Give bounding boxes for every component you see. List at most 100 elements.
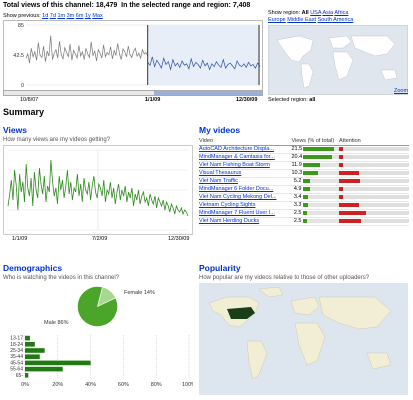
- pie-label-male: Male 86%: [44, 320, 69, 326]
- attention-bar: [339, 186, 409, 191]
- age-bar: [25, 360, 91, 366]
- attention-bar: [339, 178, 409, 183]
- video-title-link[interactable]: Viet Nam Herding Ducks: [199, 218, 259, 224]
- age-xtick-label: 60%: [118, 382, 129, 388]
- views-share-bar: [303, 170, 339, 175]
- table-row: Viet Nam Fishing Boat Storm 11.9: [199, 161, 409, 169]
- views-share-bar: [303, 210, 339, 215]
- selected-region-label: Selected region:: [268, 97, 308, 103]
- timeline-chart[interactable]: 0 42.5 85: [4, 21, 262, 90]
- views-subtitle: How many views are my videos getting?: [3, 137, 111, 143]
- col-views-header[interactable]: Views (% of total): [291, 137, 339, 146]
- scroller-thumb[interactable]: [154, 91, 262, 95]
- my-videos-table-wrap: Video Views (% of total) Attention AutoC…: [199, 137, 409, 226]
- video-title-link[interactable]: Vietnam Cycling Sights: [199, 202, 255, 208]
- video-title-link[interactable]: AutoCAD Architecture Displa...: [199, 146, 274, 152]
- age-bar: [25, 354, 40, 359]
- views-percent: 4.9: [293, 186, 302, 192]
- table-row: Viet Nam Herding Ducks 2.5: [199, 217, 409, 225]
- show-previous: Show previous: 1d 7d 1m 3m 6m 1y Max: [3, 13, 103, 19]
- table-row: AutoCAD Architecture Displa... 21.5: [199, 145, 409, 153]
- views-share-fill: [303, 162, 321, 167]
- popularity-subtitle: How popular are my videos relative to th…: [199, 275, 370, 281]
- attention-fill: [339, 178, 360, 183]
- video-title-link[interactable]: Viet Nam Traffic: [199, 178, 238, 184]
- age-bar: [25, 348, 45, 353]
- range-1y-link[interactable]: 1y: [85, 13, 91, 19]
- age-category-label: 25-34: [10, 348, 23, 354]
- views-percent: 3.3: [293, 202, 302, 208]
- total-views-label: Total views of this channel:: [3, 2, 94, 9]
- header-totals: Total views of this channel: 18,479 In t…: [3, 2, 250, 9]
- region-all-link[interactable]: All: [302, 10, 309, 16]
- col-video-header[interactable]: Video: [199, 137, 292, 146]
- attention-fill: [339, 218, 362, 223]
- region-south-america-link[interactable]: South America: [318, 17, 354, 23]
- attention-fill: [339, 162, 343, 167]
- range-1m-link[interactable]: 1m: [57, 13, 65, 19]
- attention-bar: [339, 210, 409, 215]
- region-europe-link[interactable]: Europe: [268, 17, 286, 23]
- timeline-chart-frame: 0 42.5 85: [3, 20, 263, 91]
- summary-title: Summary: [3, 107, 45, 117]
- attention-fill: [339, 202, 359, 207]
- attention-fill: [339, 146, 343, 151]
- video-title-link[interactable]: Visual Thesaurus: [199, 170, 241, 176]
- attention-fill: [339, 170, 359, 175]
- age-category-label: 18-24: [10, 342, 23, 348]
- range-1d-link[interactable]: 1d: [42, 13, 48, 19]
- views-share-fill: [303, 194, 308, 199]
- attention-bar: [339, 202, 409, 207]
- views-share-bar: [303, 178, 339, 183]
- age-xtick-label: 40%: [85, 382, 96, 388]
- timeline-selection: [147, 25, 260, 85]
- range-views-value: 7,408: [232, 2, 251, 9]
- col-attention-header[interactable]: Attention: [339, 137, 409, 146]
- region-asia-link[interactable]: Asia: [322, 10, 333, 16]
- region-map[interactable]: [268, 25, 408, 95]
- views-percent: 10.3: [291, 170, 303, 176]
- timeline-ytick-label: 42.5: [13, 53, 24, 59]
- attention-fill: [339, 186, 343, 191]
- views-share-fill: [303, 186, 311, 191]
- range-3m-link[interactable]: 3m: [67, 13, 75, 19]
- region-usa-link[interactable]: USA: [310, 10, 321, 16]
- age-bar: [25, 366, 63, 372]
- map-zoom-link[interactable]: Zoom: [394, 88, 408, 94]
- age-xtick-label: 20%: [52, 382, 63, 388]
- video-title-link[interactable]: MindManager & Camtasia for...: [199, 154, 275, 160]
- age-category-label: 55-64: [10, 367, 23, 373]
- range-7d-link[interactable]: 7d: [50, 13, 56, 19]
- age-category-label: 35-44: [10, 354, 23, 360]
- table-row: MindManager 6 Folder Docu... 4.9: [199, 185, 409, 193]
- video-title-link[interactable]: MindManager 6 Folder Docu...: [199, 186, 273, 192]
- range-max-link[interactable]: Max: [92, 13, 102, 19]
- my-videos-header-row: Video Views (% of total) Attention: [199, 137, 409, 146]
- video-title-link[interactable]: Viet Nam Cycling Mekong Del...: [199, 194, 277, 200]
- popularity-title: Popularity: [199, 263, 241, 273]
- popularity-map: [199, 283, 408, 395]
- table-row: Viet Nam Cycling Mekong Del... 3.4: [199, 193, 409, 201]
- my-videos-table: Video Views (% of total) Attention AutoC…: [199, 137, 409, 226]
- attention-bar: [339, 170, 409, 175]
- video-title-link[interactable]: Viet Nam Fishing Boat Storm: [199, 162, 270, 168]
- views-xtick-mid: 7/2/09: [92, 236, 108, 242]
- views-percent: 11.9: [291, 162, 302, 168]
- views-percent: 20.4: [291, 154, 303, 160]
- video-title-link[interactable]: MindManager 7 Fluent User I...: [199, 210, 275, 216]
- region-label: Show region:: [268, 10, 301, 16]
- views-chart-frame: [3, 145, 193, 235]
- age-bar: [25, 373, 29, 378]
- region-africa-link[interactable]: Africa: [334, 10, 348, 16]
- views-title: Views: [3, 125, 27, 135]
- selected-region: Selected region: all: [268, 97, 315, 103]
- table-row: MindManager & Camtasia for... 20.4: [199, 153, 409, 161]
- timeline-scroller[interactable]: [3, 90, 263, 96]
- views-share-fill: [303, 202, 308, 207]
- timeline-mid-date: 1/1/09: [145, 97, 161, 103]
- range-6m-link[interactable]: 6m: [76, 13, 84, 19]
- region-middle-east-link[interactable]: Middle East: [287, 17, 316, 23]
- views-share-fill: [303, 154, 333, 159]
- views-xtick-start: 1/1/09: [12, 236, 28, 242]
- views-percent: 21.5: [291, 146, 303, 152]
